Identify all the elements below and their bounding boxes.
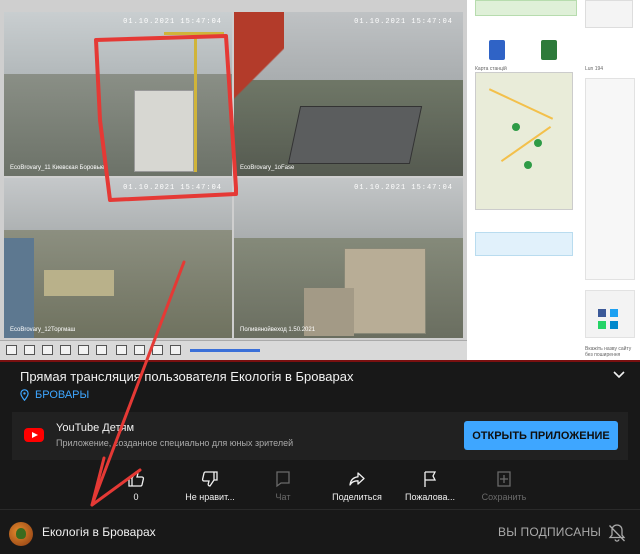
flag-icon bbox=[424, 471, 437, 487]
report-button[interactable]: Пожалова... bbox=[390, 470, 470, 502]
dislike-label: Не нравит... bbox=[185, 492, 235, 502]
web-sidebar: Карта станцій Lun 194 Вкажіть назву сайт… bbox=[467, 0, 640, 360]
snapshot-icon bbox=[116, 345, 127, 355]
share-label: Поделиться bbox=[332, 492, 382, 502]
camera-label: EcoBrovary_12Торгмаш bbox=[10, 327, 76, 333]
sidebar-info-text: Вкажіть назву сайту без поширення bbox=[585, 346, 632, 358]
chat-label: Чат bbox=[275, 492, 291, 502]
layout-4-icon bbox=[24, 345, 35, 355]
stations-map bbox=[475, 72, 573, 210]
thumbs-up-icon bbox=[128, 471, 145, 487]
share-button[interactable]: Поделиться bbox=[317, 470, 397, 502]
camera-label: EcoBrovary_11 Киевская Боровые bbox=[10, 165, 105, 171]
layout-9-icon bbox=[78, 345, 89, 355]
camera-timestamp: 01.10.2021 15:47:04 bbox=[354, 184, 453, 192]
camera-view-2: 01.10.2021 15:47:04 EcoBrovary_1oFase bbox=[234, 12, 463, 176]
subscribed-button[interactable]: ВЫ ПОДПИСАНЫ bbox=[498, 525, 601, 539]
camera-label: Поливянойвеход 1.50.2021 bbox=[240, 327, 316, 333]
station-label: Lun 194 bbox=[585, 66, 604, 72]
settings-icon bbox=[152, 345, 163, 355]
thumbs-down-icon bbox=[201, 471, 218, 487]
camera-view-4: 01.10.2021 15:47:04 Поливянойвеход 1.50.… bbox=[234, 178, 463, 338]
like-button[interactable]: 0 bbox=[96, 470, 176, 502]
camera-view-3: 01.10.2021 15:47:04 EcoBrovary_12Торгмаш bbox=[4, 178, 232, 338]
coat-of-arms-icon bbox=[489, 40, 505, 60]
volume-slider bbox=[190, 349, 260, 352]
camera-label: EcoBrovary_1oFase bbox=[240, 165, 295, 171]
notification-bell-icon[interactable] bbox=[608, 523, 626, 548]
info-box bbox=[475, 232, 573, 256]
add-to-playlist-icon bbox=[497, 471, 511, 487]
like-count: 0 bbox=[133, 492, 139, 502]
share-box bbox=[585, 290, 635, 338]
share-icon bbox=[349, 472, 365, 486]
youtube-kids-logo-icon bbox=[24, 428, 44, 442]
save-button[interactable]: Сохранить bbox=[464, 470, 544, 502]
channel-avatar[interactable] bbox=[9, 522, 33, 546]
camera-view-1: 01.10.2021 15:47:04 EcoBrovary_11 Киевск… bbox=[4, 12, 232, 176]
promo-subtitle: Приложение, созданное специально для юны… bbox=[56, 438, 294, 448]
camera-timestamp: 01.10.2021 15:47:04 bbox=[123, 18, 222, 26]
divider bbox=[0, 509, 640, 510]
location-pin-icon bbox=[20, 389, 29, 401]
station-readings bbox=[585, 78, 635, 280]
chevron-down-icon[interactable] bbox=[613, 368, 625, 382]
record-icon bbox=[134, 345, 145, 355]
city-emblem-icon bbox=[541, 40, 557, 60]
chat-icon bbox=[276, 471, 290, 488]
camera-grid: 01.10.2021 15:47:04 EcoBrovary_11 Киевск… bbox=[0, 0, 467, 360]
camera-timestamp: 01.10.2021 15:47:04 bbox=[123, 184, 222, 192]
fullscreen-icon bbox=[170, 345, 181, 355]
info-box bbox=[585, 0, 633, 28]
layout-1-icon bbox=[6, 345, 17, 355]
chat-button[interactable]: Чат bbox=[243, 470, 323, 502]
info-box bbox=[475, 0, 577, 16]
promo-title: YouTube Детям bbox=[56, 422, 135, 434]
video-title[interactable]: Прямая трансляция пользователя Екологія … bbox=[20, 369, 353, 384]
progress-bar[interactable] bbox=[0, 360, 640, 362]
camera-timestamp: 01.10.2021 15:47:04 bbox=[354, 18, 453, 26]
report-label: Пожалова... bbox=[405, 492, 455, 502]
video-player[interactable]: 01.10.2021 15:47:04 EcoBrovary_11 Киевск… bbox=[0, 0, 640, 360]
youtube-kids-promo: YouTube Детям Приложение, созданное спец… bbox=[12, 412, 628, 460]
channel-name[interactable]: Екологія в Броварах bbox=[42, 525, 156, 539]
layout-16-icon bbox=[96, 345, 107, 355]
location-label: БРОВАРЫ bbox=[35, 389, 90, 401]
open-app-button[interactable]: ОТКРЫТЬ ПРИЛОЖЕНИЕ bbox=[464, 421, 618, 450]
save-label: Сохранить bbox=[481, 492, 527, 502]
layout-6-icon bbox=[42, 345, 53, 355]
layout-8-icon bbox=[60, 345, 71, 355]
camera-toolbar bbox=[0, 340, 467, 360]
dislike-button[interactable]: Не нравит... bbox=[170, 470, 250, 502]
location-link[interactable]: БРОВАРЫ bbox=[20, 389, 89, 401]
